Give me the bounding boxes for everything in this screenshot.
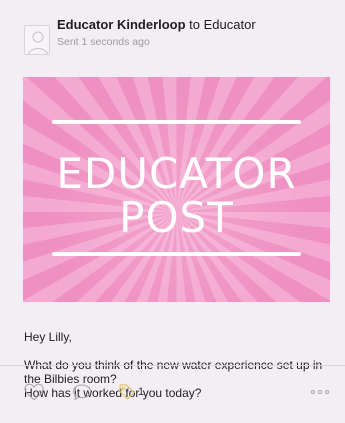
recipient-text: to Educator xyxy=(185,17,256,32)
comment-button[interactable] xyxy=(72,383,92,401)
post-from: Educator Kinderloop to Educator xyxy=(57,17,256,33)
tag-button[interactable]: 1 xyxy=(118,383,144,401)
avatar[interactable] xyxy=(24,25,50,55)
actions-divider xyxy=(0,365,345,366)
comment-icon xyxy=(72,384,92,401)
banner-title-line1: EDUCATOR xyxy=(56,149,297,198)
person-icon xyxy=(25,26,49,54)
post-meta: Educator Kinderloop to Educator Sent 1 s… xyxy=(57,17,256,48)
timestamp: Sent 1 seconds ago xyxy=(57,36,150,48)
author-name[interactable]: Educator Kinderloop xyxy=(57,17,186,32)
tag-icon xyxy=(119,384,135,400)
more-dot xyxy=(318,390,322,394)
post-header: Educator Kinderloop to Educator Sent 1 s… xyxy=(24,17,329,63)
more-dot xyxy=(311,390,315,394)
more-dot xyxy=(325,390,329,394)
post-banner-image[interactable]: EDUCATOR POST xyxy=(23,77,330,302)
banner-bottom-rule xyxy=(52,252,301,256)
post-actions: 1 xyxy=(24,381,329,403)
banner-title-line2: POST xyxy=(119,193,234,242)
heart-icon xyxy=(24,383,44,401)
post-card: Educator Kinderloop to Educator Sent 1 s… xyxy=(0,0,345,423)
tag-count: 1 xyxy=(138,386,145,398)
banner-top-rule xyxy=(52,120,301,124)
like-button[interactable] xyxy=(24,383,44,401)
post-greeting: Hey Lilly, xyxy=(24,330,72,344)
more-dots-icon[interactable] xyxy=(311,390,329,394)
